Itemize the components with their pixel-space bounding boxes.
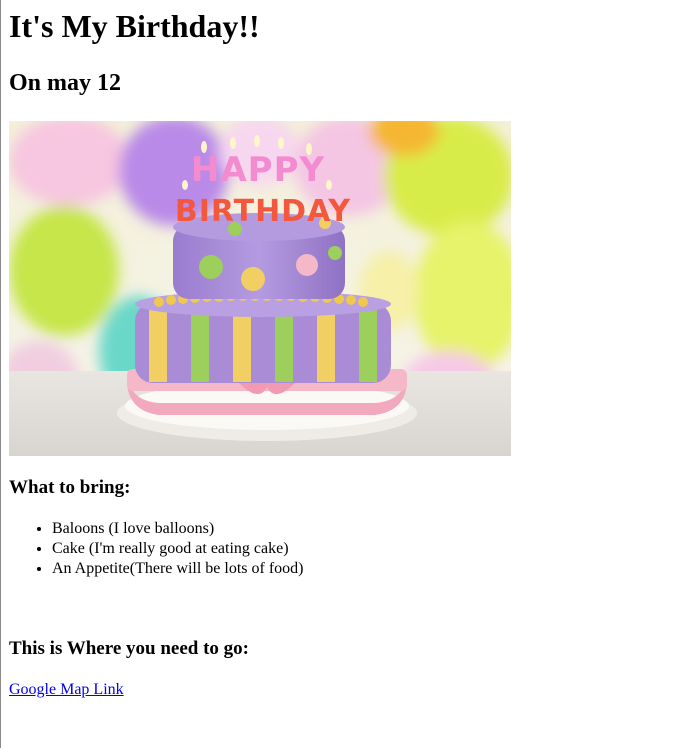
topper-birthday: BIRTHDAY bbox=[175, 194, 352, 229]
topper-happy: HAPPY bbox=[191, 150, 325, 190]
page-title: It's My Birthday!! bbox=[9, 8, 260, 44]
list-item: An Appetite(There will be lots of food) bbox=[52, 559, 669, 579]
window-left-edge bbox=[0, 0, 1, 748]
where-to-go-heading: This is Where you need to go: bbox=[9, 638, 249, 659]
bring-list: Baloons (I love balloons) Cake (I'm real… bbox=[9, 519, 669, 579]
list-item: Cake (I'm really good at eating cake) bbox=[52, 539, 669, 559]
google-map-link[interactable]: Google Map Link bbox=[9, 681, 124, 698]
list-item: Baloons (I love balloons) bbox=[52, 519, 669, 539]
birthday-cake-image: HAPPY BIRTHDAY bbox=[9, 121, 511, 456]
party-date: On may 12 bbox=[9, 70, 122, 96]
map-link-paragraph: Google Map Link bbox=[9, 680, 669, 700]
page-content: It's My Birthday!! On may 12 HAPPY BIRTH… bbox=[9, 0, 669, 700]
what-to-bring-heading: What to bring: bbox=[9, 477, 131, 498]
